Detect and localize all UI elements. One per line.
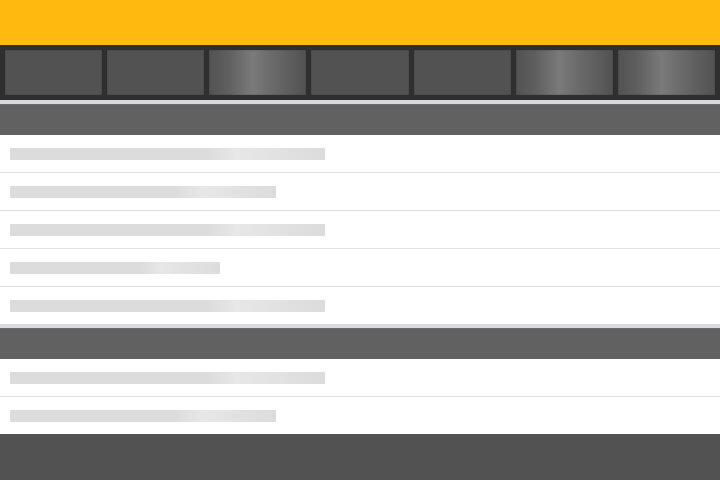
list-item[interactable] — [0, 211, 720, 249]
app-root — [0, 0, 720, 480]
section-header-placeholder — [0, 104, 720, 135]
content-section-2 — [0, 328, 720, 434]
tab-placeholder-4[interactable] — [311, 50, 409, 95]
tab-placeholder-2[interactable] — [107, 50, 205, 95]
footer-placeholder — [0, 434, 720, 480]
text-placeholder — [10, 148, 325, 160]
list-item[interactable] — [0, 359, 720, 397]
list-item[interactable] — [0, 249, 720, 287]
tab-placeholder-1[interactable] — [5, 50, 103, 95]
list-item[interactable] — [0, 397, 720, 434]
text-placeholder — [10, 410, 276, 422]
text-placeholder — [10, 262, 220, 274]
tab-strip — [0, 45, 720, 100]
tab-placeholder-5[interactable] — [413, 50, 511, 95]
section-header-placeholder — [0, 328, 720, 359]
text-placeholder — [10, 300, 325, 312]
tab-placeholder-7[interactable] — [617, 50, 715, 95]
content-section-1 — [0, 104, 720, 324]
text-placeholder — [10, 372, 325, 384]
tab-placeholder-3[interactable] — [209, 50, 307, 95]
text-placeholder — [10, 224, 325, 236]
text-placeholder — [10, 186, 276, 198]
tab-placeholder-6[interactable] — [515, 50, 613, 95]
list-item[interactable] — [0, 287, 720, 324]
list-item[interactable] — [0, 173, 720, 211]
top-app-bar — [0, 0, 720, 45]
list-item[interactable] — [0, 135, 720, 173]
